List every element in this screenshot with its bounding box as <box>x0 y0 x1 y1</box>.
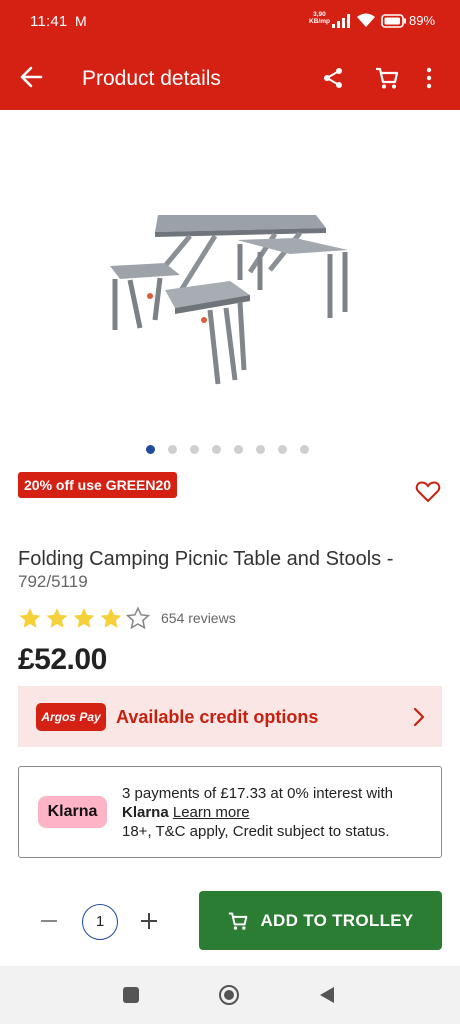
mail-icon: M <box>75 13 87 29</box>
home-icon[interactable] <box>218 984 240 1006</box>
more-vert-icon[interactable] <box>425 66 433 90</box>
rating[interactable]: 654 reviews <box>18 606 236 630</box>
carousel-dot[interactable] <box>300 445 309 454</box>
back-arrow-icon[interactable] <box>18 65 44 89</box>
klarna-line-2: Klarna Learn more <box>122 803 432 822</box>
klarna-logo: Klarna <box>38 796 107 828</box>
product-title: Folding Camping Picnic Table and Stools … <box>18 548 394 570</box>
credit-options-banner[interactable]: Argos Pay Available credit options <box>18 686 442 747</box>
star-filled-icon <box>19 608 41 628</box>
promo-badge: 20% off use GREEN20 <box>18 472 178 498</box>
add-to-trolley-label: ADD TO TROLLEY <box>260 910 414 930</box>
page-title: Product details <box>82 67 221 90</box>
product-image[interactable] <box>100 200 360 400</box>
carousel-dot[interactable] <box>278 445 287 454</box>
carousel-dot[interactable] <box>190 445 199 454</box>
star-filled-icon <box>73 608 95 628</box>
wifi-icon <box>357 13 375 27</box>
klarna-line-1: 3 payments of £17.33 at 0% interest with <box>122 785 393 802</box>
carousel-dot[interactable] <box>146 445 155 454</box>
network-speed: 3,90 KB/mp <box>309 11 330 25</box>
klarna-box: Klarna 3 payments of £17.33 at 0% intere… <box>18 766 442 858</box>
app-bar: Product details <box>0 44 460 110</box>
cart-icon[interactable] <box>374 66 400 90</box>
product-price: £52.00 <box>18 643 107 676</box>
klarna-line-3: 18+, T&C apply, Credit subject to status… <box>122 823 390 840</box>
star-filled-icon <box>46 608 68 628</box>
system-nav-bar <box>0 966 460 1024</box>
carousel-dot[interactable] <box>212 445 221 454</box>
heart-icon[interactable] <box>415 480 441 504</box>
product-sku: 792/5119 <box>18 572 88 591</box>
learn-more-link[interactable]: Learn more <box>173 804 250 821</box>
credit-options-label[interactable]: Available credit options <box>116 707 318 728</box>
carousel-dot[interactable] <box>256 445 265 454</box>
star-filled-icon <box>100 608 122 628</box>
carousel-dot[interactable] <box>168 445 177 454</box>
cart-icon <box>229 912 248 930</box>
battery-percent: 89% <box>409 13 436 28</box>
quantity-value[interactable]: 1 <box>82 904 118 940</box>
share-icon[interactable] <box>321 66 345 90</box>
quantity-stepper: 1 <box>38 900 168 940</box>
argos-pay-logo: Argos Pay <box>36 703 106 731</box>
nav-back-icon[interactable] <box>318 985 336 1005</box>
star-empty-icon <box>126 606 150 630</box>
klarna-brand: Klarna <box>122 804 169 821</box>
add-to-trolley-button[interactable]: ADD TO TROLLEY <box>199 891 442 950</box>
plus-icon[interactable] <box>138 910 160 932</box>
status-bar: 11:41 M 3,90 KB/mp 89% <box>0 0 460 44</box>
battery-icon <box>381 14 406 28</box>
chevron-right-icon[interactable] <box>412 706 426 728</box>
reviews-count[interactable]: 654 reviews <box>161 610 236 626</box>
signal-icon <box>332 14 350 28</box>
image-carousel-dots[interactable] <box>146 445 309 454</box>
minus-icon[interactable] <box>38 910 60 932</box>
status-time: 11:41 <box>30 13 68 30</box>
recent-apps-icon[interactable] <box>123 987 139 1003</box>
klarna-text: 3 payments of £17.33 at 0% interest with… <box>122 784 432 841</box>
carousel-dot[interactable] <box>234 445 243 454</box>
